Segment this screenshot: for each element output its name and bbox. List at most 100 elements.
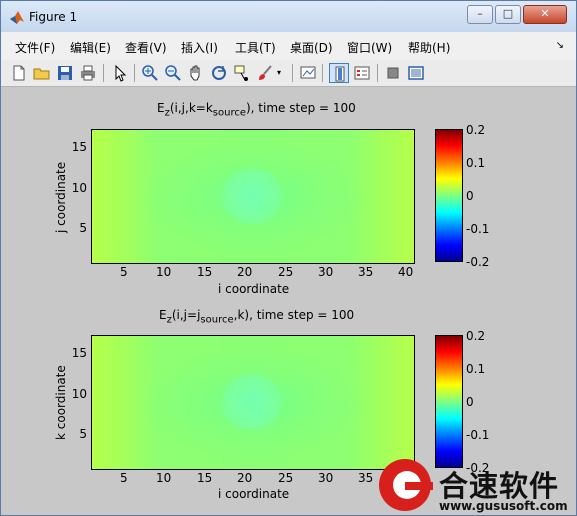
y-tick-label: 5 (79, 221, 87, 235)
x-tick-label: 15 (197, 471, 213, 485)
minimize-button[interactable]: – (467, 5, 493, 24)
x-tick-label: 10 (156, 471, 172, 485)
menu-insert[interactable]: 插入(I) (181, 39, 218, 56)
watermark-url: www.gususoft.com (439, 499, 568, 513)
toolbar: ▾ (1, 60, 576, 87)
y-tick-label: 5 (79, 427, 87, 441)
menu-window[interactable]: 窗口(W) (347, 39, 392, 56)
menu-bar: 文件(F) 编辑(E) 查看(V) 插入(I) 工具(T) 桌面(D) 窗口(W… (1, 32, 576, 60)
rotate-3d-icon (212, 66, 226, 80)
hide-plot-tools-button[interactable] (383, 63, 403, 83)
x-tick-label: 30 (318, 471, 334, 485)
save-icon (58, 66, 72, 80)
x-tick-label: 25 (278, 265, 294, 279)
y-tick-label: 15 (71, 346, 87, 360)
menu-overflow-arrow[interactable]: ↘ (556, 40, 564, 51)
new-figure-button[interactable] (9, 63, 29, 83)
menu-desktop[interactable]: 桌面(D) (290, 39, 333, 56)
hand-icon (190, 65, 200, 81)
toolbar-separator (292, 64, 293, 82)
print-button[interactable] (78, 63, 98, 83)
zoom-in-button[interactable] (140, 63, 160, 83)
toolbar-separator (322, 64, 323, 82)
watermark-logo-bar (405, 482, 433, 490)
x-tick-label: 5 (120, 471, 128, 485)
x-tick-label: 35 (358, 265, 374, 279)
title-bar[interactable]: Figure 1 – □ ✕ (1, 1, 576, 32)
x-tick-label: 5 (120, 265, 128, 279)
open-file-button[interactable] (32, 63, 52, 83)
brush-button[interactable] (255, 63, 275, 83)
restore-button[interactable]: □ (495, 5, 521, 24)
x-axis-label: i coordinate (218, 487, 290, 501)
colorbar-tick-label: 0.1 (466, 156, 486, 170)
colorbar-tick-label: 0 (466, 189, 474, 203)
pan-button[interactable] (186, 63, 206, 83)
edit-plot-button[interactable] (110, 63, 130, 83)
field-plot-xz[interactable] (91, 335, 415, 470)
x-axis-label: i coordinate (218, 282, 290, 296)
y-tick-label: 10 (71, 181, 87, 195)
colorbar-tick-label: 0.2 (466, 329, 486, 343)
figure-window: Figure 1 – □ ✕ 文件(F) 编辑(E) 查看(V) 插入(I) 工… (0, 0, 577, 516)
new-file-icon (13, 65, 25, 81)
data-cursor-button[interactable] (232, 63, 252, 83)
x-tick-label: 20 (237, 265, 253, 279)
menu-tools[interactable]: 工具(T) (235, 39, 276, 56)
colorbar-button[interactable] (329, 63, 349, 83)
pointer-arrow-icon (115, 64, 127, 82)
x-tick-label: 10 (156, 265, 172, 279)
zoom-in-icon (142, 65, 158, 81)
menu-view[interactable]: 查看(V) (125, 39, 167, 56)
data-cursor-icon (234, 65, 248, 81)
x-tick-label: 20 (237, 471, 253, 485)
x-tick-label: 30 (318, 265, 334, 279)
y-tick-label: 10 (71, 387, 87, 401)
colorbar-tick-label: -0.2 (466, 255, 490, 269)
colorbar[interactable] (435, 335, 463, 468)
brush-icon (259, 65, 272, 80)
close-button[interactable]: ✕ (523, 5, 567, 24)
colorbar-tick-label: 0.1 (466, 362, 486, 376)
y-axis-label: k coordinate (54, 365, 68, 440)
colorbar-tick-label: 0 (466, 395, 474, 409)
zoom-out-icon (165, 65, 181, 81)
link-plot-icon (300, 66, 316, 79)
colorbar-tick-label: -0.1 (466, 428, 490, 442)
show-plot-tools-icon (408, 66, 424, 80)
plot-title: Ez(i,j,k=ksource), time step = 100 (157, 101, 356, 119)
y-tick-label: 15 (71, 140, 87, 154)
toolbar-separator (103, 64, 104, 82)
matlab-logo-icon (10, 11, 24, 24)
x-tick-label: 25 (278, 471, 294, 485)
window-title: Figure 1 (29, 10, 78, 24)
menu-help[interactable]: 帮助(H) (408, 39, 450, 56)
x-tick-label: 35 (358, 471, 374, 485)
save-button[interactable] (55, 63, 75, 83)
x-tick-label: 40 (398, 265, 414, 279)
link-plot-button[interactable] (298, 63, 318, 83)
x-tick-label: 15 (197, 265, 213, 279)
legend-icon (354, 66, 370, 80)
field-image (92, 336, 414, 469)
zoom-out-button[interactable] (163, 63, 183, 83)
field-image (92, 130, 414, 263)
show-plot-tools-button[interactable] (406, 63, 426, 83)
rotate-3d-button[interactable] (209, 63, 229, 83)
colorbar[interactable] (435, 129, 463, 262)
printer-icon (81, 65, 95, 81)
toolbar-separator (134, 64, 135, 82)
colorbar-icon (335, 66, 345, 82)
toolbar-separator (377, 64, 378, 82)
y-axis-label: j coordinate (54, 161, 68, 233)
plot-title: Ez(i,j=jsource,k), time step = 100 (159, 308, 355, 326)
menu-edit[interactable]: 编辑(E) (70, 39, 111, 56)
hide-plot-tools-icon (387, 67, 399, 79)
colorbar-tick-label: -0.1 (466, 222, 490, 236)
menu-file[interactable]: 文件(F) (15, 39, 55, 56)
field-plot-xy[interactable] (91, 129, 415, 264)
legend-button[interactable] (352, 63, 372, 83)
folder-open-icon (33, 68, 50, 80)
colorbar-tick-label: 0.2 (466, 123, 486, 137)
brush-dropdown-icon[interactable]: ▾ (277, 63, 287, 83)
